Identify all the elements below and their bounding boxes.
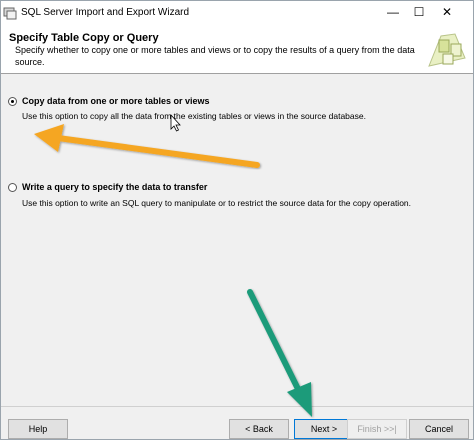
wizard-window: SQL Server Import and Export Wizard — ☐ … (0, 0, 474, 440)
title-bar: SQL Server Import and Export Wizard — ☐ … (1, 1, 473, 25)
next-button[interactable]: Next > (294, 419, 354, 439)
minimize-button[interactable]: — (379, 1, 407, 25)
finish-button: Finish >>| (347, 419, 407, 439)
write-query-label[interactable]: Write a query to specify the data to tra… (22, 182, 207, 192)
back-button[interactable]: < Back (229, 419, 289, 439)
wizard-footer: Help < Back Next > Finish >>| Cancel (1, 407, 473, 439)
cancel-button[interactable]: Cancel (409, 419, 469, 439)
write-query-radio[interactable] (8, 183, 17, 192)
app-icon (3, 7, 17, 20)
page-subtitle: Specify whether to copy one or more tabl… (15, 45, 415, 67)
options-panel: Copy data from one or more tables or vie… (1, 74, 473, 406)
copy-tables-label[interactable]: Copy data from one or more tables or vie… (22, 96, 210, 106)
maximize-button[interactable]: ☐ (405, 1, 433, 25)
help-button[interactable]: Help (8, 419, 68, 439)
page-header: Specify Table Copy or Query Specify whet… (1, 25, 473, 74)
close-button[interactable]: ✕ (433, 1, 461, 25)
wizard-graphic-icon (428, 33, 466, 67)
write-query-description: Use this option to write an SQL query to… (22, 198, 412, 208)
copy-tables-radio[interactable] (8, 97, 17, 106)
copy-tables-description: Use this option to copy all the data fro… (22, 111, 366, 121)
page-title: Specify Table Copy or Query (9, 32, 159, 44)
window-title: SQL Server Import and Export Wizard (21, 7, 190, 18)
